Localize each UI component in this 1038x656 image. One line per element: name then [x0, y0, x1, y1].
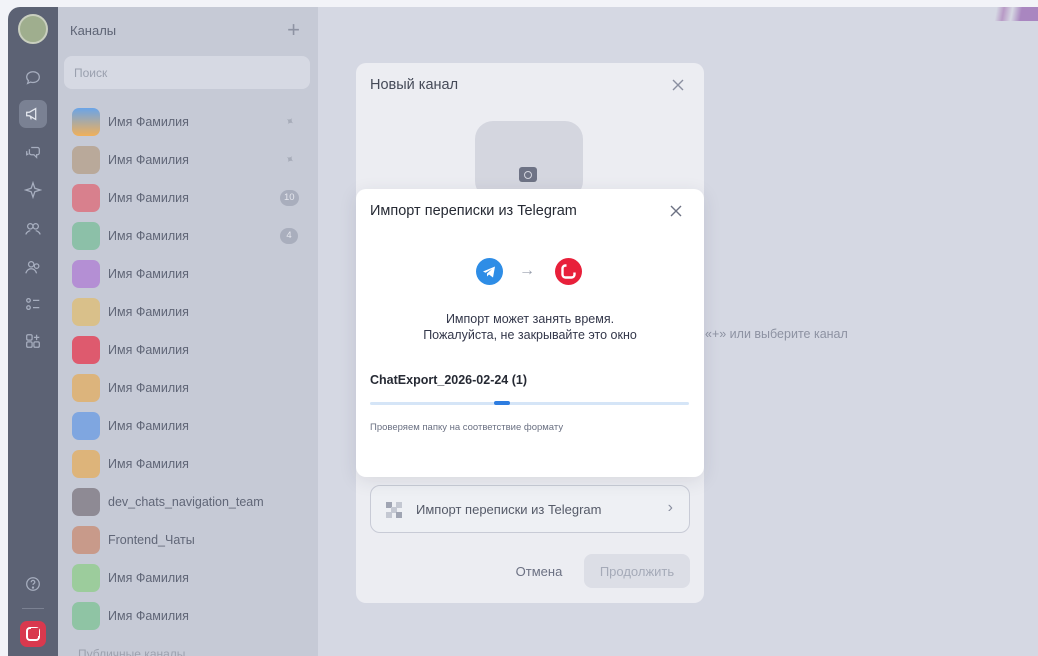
channel-name: Имя Фамилия [108, 571, 189, 585]
cancel-button[interactable]: Отмена [504, 554, 574, 588]
channel-name: Имя Фамилия [108, 115, 189, 129]
pin-icon: ✦ [282, 152, 297, 168]
channel-name: Имя Фамилия [108, 267, 189, 281]
channel-list-header: Каналы + [70, 19, 306, 43]
import-telegram-modal: Импорт переписки из Telegram → Импорт мо… [356, 189, 704, 477]
unread-badge: 10 [280, 190, 299, 206]
telegram-icon [476, 258, 503, 285]
channel-avatar [72, 222, 100, 250]
channel-avatar [72, 564, 100, 592]
channel-item[interactable]: Имя Фамилия [58, 445, 318, 483]
import-icon [386, 502, 402, 518]
modal-title: Импорт переписки из Telegram [370, 203, 577, 219]
message-line-1: Импорт может занять время. [445, 312, 615, 326]
channel-item[interactable]: Имя Фамилия [58, 255, 318, 293]
arrow-right-icon: → [519, 262, 535, 279]
channel-avatar [72, 298, 100, 326]
channel-name: Имя Фамилия [108, 305, 189, 319]
channel-name: Имя Фамилия [108, 153, 189, 167]
channel-item[interactable]: Имя Фамилия [58, 597, 318, 635]
empty-state-hint: «+» или выберите канал [705, 327, 848, 341]
progress-fill [494, 401, 510, 405]
channel-list-title: Каналы [70, 23, 117, 38]
status-text: Проверяем папку на соответствие формату [370, 422, 564, 433]
channel-item[interactable]: Имя Фамилия [58, 407, 318, 445]
channel-item[interactable]: Имя Фамилия [58, 369, 318, 407]
close-icon[interactable] [668, 203, 684, 219]
app-logo-icon[interactable] [20, 621, 46, 647]
channel-name: Имя Фамилия [108, 191, 189, 205]
channel-item[interactable]: Имя Фамилия ✦ [58, 103, 318, 141]
megaphone-icon[interactable] [19, 100, 47, 128]
app-rail [8, 7, 58, 656]
user-avatar[interactable] [18, 14, 48, 44]
channel-name: Имя Фамилия [108, 457, 189, 471]
plus-icon[interactable]: + [287, 19, 300, 41]
import-telegram-row[interactable]: Импорт переписки из Telegram › [370, 485, 690, 533]
app-logo-icon [555, 258, 582, 285]
search-input[interactable] [64, 56, 310, 89]
close-icon[interactable] [670, 77, 686, 93]
team-icon[interactable] [19, 215, 47, 243]
channel-name: Имя Фамилия [108, 609, 189, 623]
channel-item[interactable]: Имя Фамилия 10 [58, 179, 318, 217]
chevron-right-icon: › [667, 499, 673, 516]
channel-avatar [72, 260, 100, 288]
channel-item[interactable]: Имя Фамилия [58, 559, 318, 597]
progress-bar [370, 401, 689, 405]
channel-item[interactable]: Имя Фамилия [58, 293, 318, 331]
continue-button[interactable]: Продолжить [584, 554, 690, 588]
channel-item[interactable]: Frontend_Чаты [58, 521, 318, 559]
sparkle-icon[interactable] [19, 176, 47, 204]
channel-name: Имя Фамилия [108, 381, 189, 395]
chat-bubble-icon[interactable] [19, 64, 47, 92]
rail-divider [22, 608, 44, 609]
public-channels-link[interactable]: Публичные каналы [78, 647, 185, 656]
channel-item[interactable]: Имя Фамилия 4 [58, 217, 318, 255]
channel-avatar [72, 374, 100, 402]
dialog-title: Новый канал [370, 77, 459, 93]
channel-avatar [72, 146, 100, 174]
file-name: ChatExport_2026-02-24 (1) [370, 373, 528, 387]
channel-list-panel: Каналы + Имя Фамилия ✦ Имя Фамилия ✦ Имя… [58, 7, 318, 656]
tasks-icon[interactable] [19, 290, 47, 318]
help-icon[interactable] [19, 570, 47, 598]
import-row-label: Импорт переписки из Telegram [416, 502, 602, 517]
channel-avatar [72, 526, 100, 554]
channel-name: Имя Фамилия [108, 343, 189, 357]
channel-avatar [72, 450, 100, 478]
people-icon[interactable] [19, 253, 47, 281]
channel-item[interactable]: Имя Фамилия ✦ [58, 141, 318, 179]
channel-item[interactable]: Имя Фамилия [58, 331, 318, 369]
channel-avatar [72, 108, 100, 136]
camera-icon [519, 167, 537, 182]
apps-icon[interactable] [19, 327, 47, 355]
channel-name: dev_chats_navigation_team [108, 495, 264, 509]
channel-name: Имя Фамилия [108, 229, 189, 243]
pin-icon: ✦ [282, 114, 297, 130]
channel-name: Frontend_Чаты [108, 533, 195, 547]
channel-avatar [72, 602, 100, 630]
channel-avatar [72, 488, 100, 516]
channel-item[interactable]: dev_chats_navigation_team [58, 483, 318, 521]
threads-icon[interactable] [19, 138, 47, 166]
channel-photo-picker[interactable] [475, 121, 583, 199]
channel-name: Имя Фамилия [108, 419, 189, 433]
unread-badge: 4 [280, 228, 298, 244]
message-line-2: Пожалуйста, не закрывайте это окно [423, 328, 637, 342]
channel-avatar [72, 184, 100, 212]
channel-avatar [72, 336, 100, 364]
decorative-corner [968, 7, 1038, 21]
channel-avatar [72, 412, 100, 440]
